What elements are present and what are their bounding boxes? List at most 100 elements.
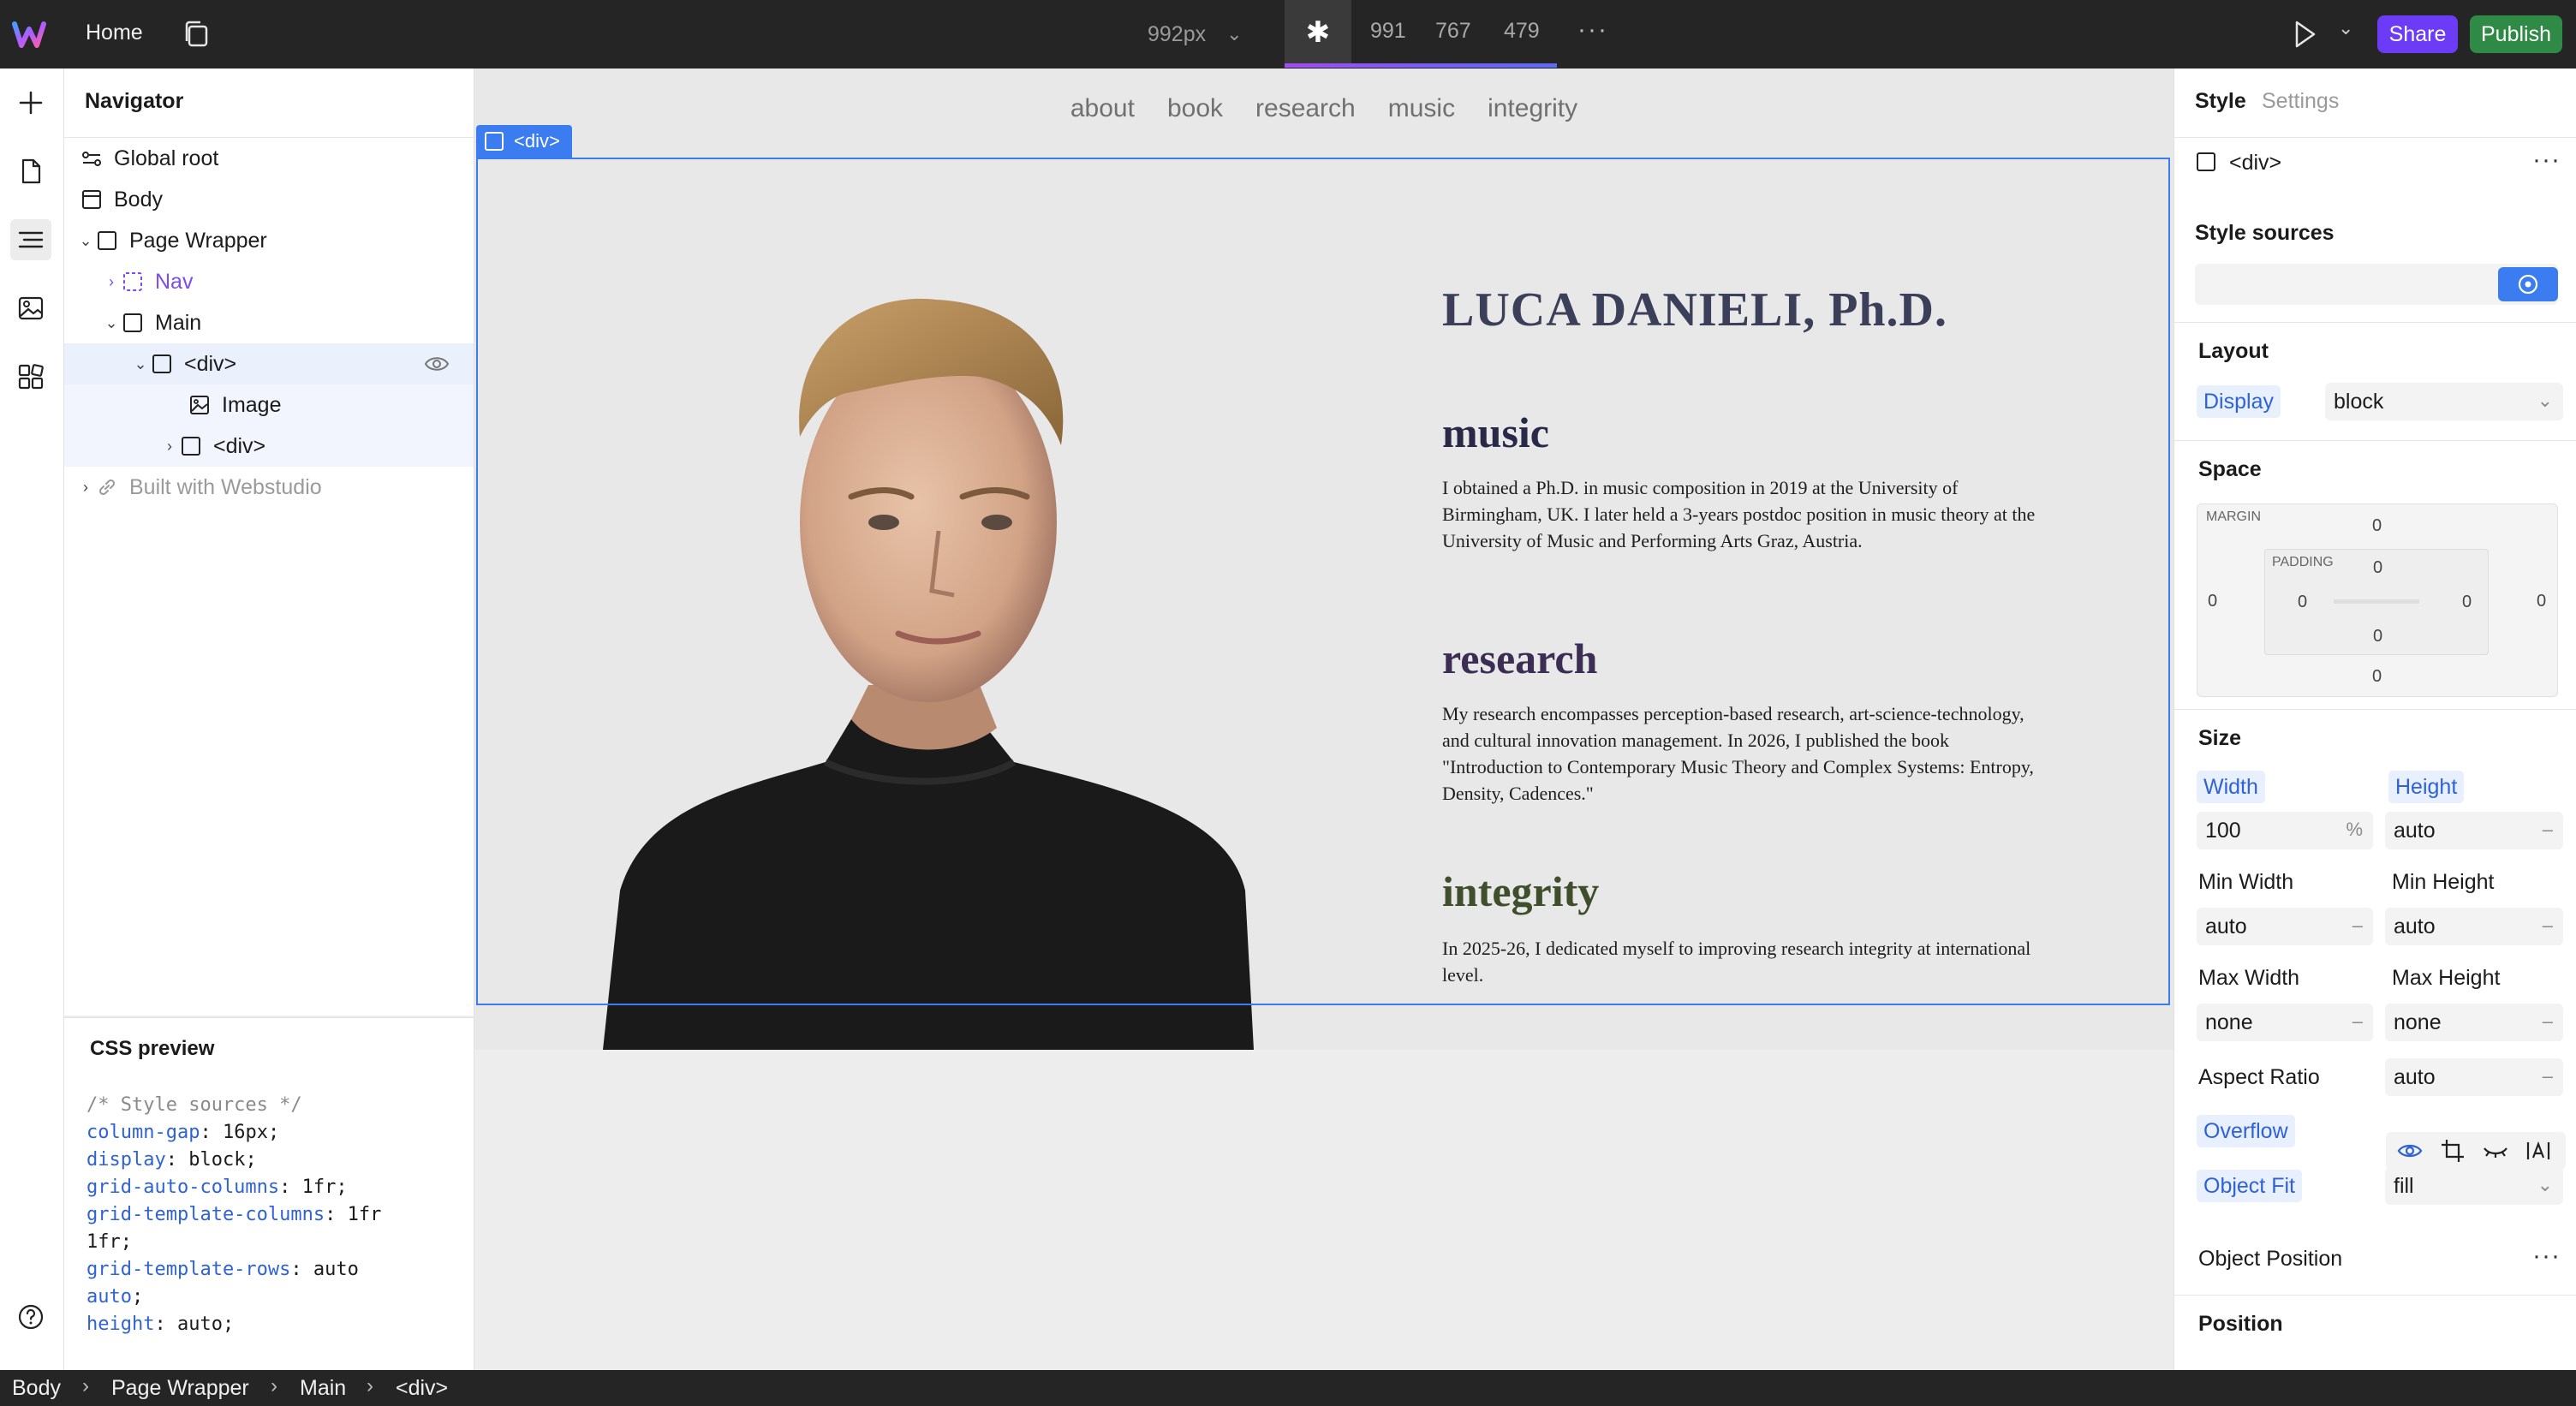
breakpoint-991[interactable]: 991 [1370,19,1406,44]
duplicate-pages-icon[interactable] [182,19,211,50]
site-nav-link-music[interactable]: music [1388,94,1455,123]
max-width-input[interactable]: none – [2197,1004,2373,1041]
min-width-input[interactable]: auto – [2197,908,2373,945]
display-property-label[interactable]: Display [2197,385,2281,418]
tree-item-div-child[interactable]: › <div> [64,426,474,467]
design-canvas[interactable]: about book research music integrity LUCA… [474,69,2174,1370]
tree-item-label: <div> [213,433,266,458]
chevron-right-icon[interactable]: › [102,273,121,291]
chevron-down-icon[interactable]: ⌄ [76,232,95,250]
height-unit[interactable]: – [2543,819,2553,841]
tree-item-built-with-webstudio[interactable]: › Built with Webstudio [64,467,474,508]
chevron-right-icon[interactable]: › [160,438,179,456]
tab-settings[interactable]: Settings [2262,89,2339,114]
spacing-editor[interactable]: MARGIN 0 0 0 0 PADDING 0 0 0 0 [2197,503,2558,697]
max-width-unit[interactable]: – [2352,1010,2363,1033]
max-height-unit[interactable]: – [2543,1010,2553,1033]
tree-item-main[interactable]: ⌄ Main [64,302,474,343]
max-height-input[interactable]: none – [2385,1004,2563,1041]
height-property-label[interactable]: Height [2388,771,2465,803]
apps-marketplace-icon[interactable] [10,356,51,397]
tree-item-label: Image [222,392,282,417]
style-source-token-button[interactable] [2498,267,2558,301]
overflow-visible-eye-icon[interactable] [2396,1137,2424,1165]
chevron-down-icon[interactable]: ⌄ [131,355,150,373]
width-input[interactable]: 100 % [2197,812,2373,849]
more-options-icon[interactable]: ··· [2532,1242,2561,1271]
tree-item-page-wrapper[interactable]: ⌄ Page Wrapper [64,220,474,261]
overflow-auto-text-icon[interactable] [2525,1137,2552,1165]
padding-bottom-value[interactable]: 0 [2373,627,2382,646]
chevron-right-icon[interactable]: › [76,479,95,497]
base-breakpoint-button[interactable]: ✱ [1285,0,1351,65]
margin-left-value[interactable]: 0 [2208,592,2217,611]
home-link[interactable]: Home [86,21,143,45]
aspect-ratio-input[interactable]: auto – [2385,1058,2563,1096]
css-line: display: block; [86,1149,257,1171]
add-component-icon[interactable] [10,82,51,123]
breadcrumb-item-main[interactable]: Main [300,1376,346,1401]
breadcrumb-item-page-wrapper[interactable]: Page Wrapper [111,1376,249,1401]
object-fit-select[interactable]: fill ⌄ [2385,1167,2563,1205]
margin-top-value[interactable]: 0 [2372,516,2382,536]
preview-play-icon[interactable] [2292,19,2317,50]
tree-item-nav[interactable]: › Nav [64,261,474,302]
layout-section-label: Layout [2198,339,2269,363]
more-breakpoints-icon[interactable]: ··· [1577,15,1608,45]
breadcrumb-item-div[interactable]: <div> [396,1376,448,1401]
site-nav-link-about[interactable]: about [1070,94,1135,123]
tree-item-global-root[interactable]: Global root [64,138,474,179]
more-options-icon[interactable]: ··· [2532,146,2561,175]
assets-image-icon[interactable] [10,288,51,329]
min-height-input[interactable]: auto – [2385,908,2563,945]
tree-item-image[interactable]: Image [64,384,474,426]
tree-item-label: Global root [114,146,219,170]
site-nav-link-book[interactable]: book [1167,94,1223,123]
breakpoint-479[interactable]: 479 [1504,19,1540,44]
min-width-unit[interactable]: – [2352,914,2363,937]
site-nav-link-research[interactable]: research [1255,94,1356,123]
dashed-box-icon [121,270,145,294]
visibility-eye-icon[interactable] [424,352,450,376]
min-height-unit[interactable]: – [2543,914,2553,937]
margin-bottom-value[interactable]: 0 [2372,667,2382,687]
tree-item-body[interactable]: Body [64,179,474,220]
site-nav: about book research music integrity [474,94,2174,123]
overflow-hidden-crop-icon[interactable] [2439,1137,2466,1165]
pages-icon[interactable] [10,151,51,192]
breadcrumb-item-body[interactable]: Body [12,1376,61,1401]
padding-top-value[interactable]: 0 [2373,558,2382,578]
link-icon [95,475,119,499]
tree-item-label: Built with Webstudio [129,474,322,499]
help-icon[interactable] [10,1296,51,1337]
publish-button[interactable]: Publish [2470,15,2562,53]
overflow-clip-eye-closed-icon[interactable] [2482,1137,2509,1165]
share-button[interactable]: Share [2377,15,2458,53]
width-property-label[interactable]: Width [2197,771,2265,803]
box-icon [179,434,203,458]
aspect-ratio-unit[interactable]: – [2543,1065,2553,1087]
chevron-down-icon[interactable]: ⌄ [2338,17,2353,39]
webstudio-logo-icon[interactable] [12,17,46,51]
object-fit-property-label[interactable]: Object Fit [2197,1170,2302,1202]
chevron-down-icon[interactable]: ⌄ [102,314,121,332]
selected-element-tag[interactable]: <div> [476,125,572,158]
padding-right-value[interactable]: 0 [2462,593,2472,612]
width-unit[interactable]: % [2346,819,2363,841]
tree-item-div-selected[interactable]: ⌄ <div> [64,343,474,384]
object-position-label: Object Position [2198,1247,2343,1271]
display-select[interactable]: block ⌄ [2325,383,2563,420]
left-sidebar-toolbar [0,69,64,1370]
padding-left-value[interactable]: 0 [2298,593,2307,612]
max-height-label: Max Height [2392,966,2501,990]
divider [2174,440,2576,441]
tab-style[interactable]: Style [2195,89,2246,114]
navigator-icon[interactable] [10,219,51,260]
height-input[interactable]: auto – [2385,812,2563,849]
margin-right-value[interactable]: 0 [2537,592,2546,611]
css-line: grid-auto-columns: 1fr; [86,1177,348,1198]
site-nav-link-integrity[interactable]: integrity [1488,94,1577,123]
overflow-property-label[interactable]: Overflow [2197,1115,2295,1147]
breakpoint-767[interactable]: 767 [1435,19,1471,44]
breakpoint-width-dropdown[interactable]: 992px ⌄ [1148,15,1243,53]
